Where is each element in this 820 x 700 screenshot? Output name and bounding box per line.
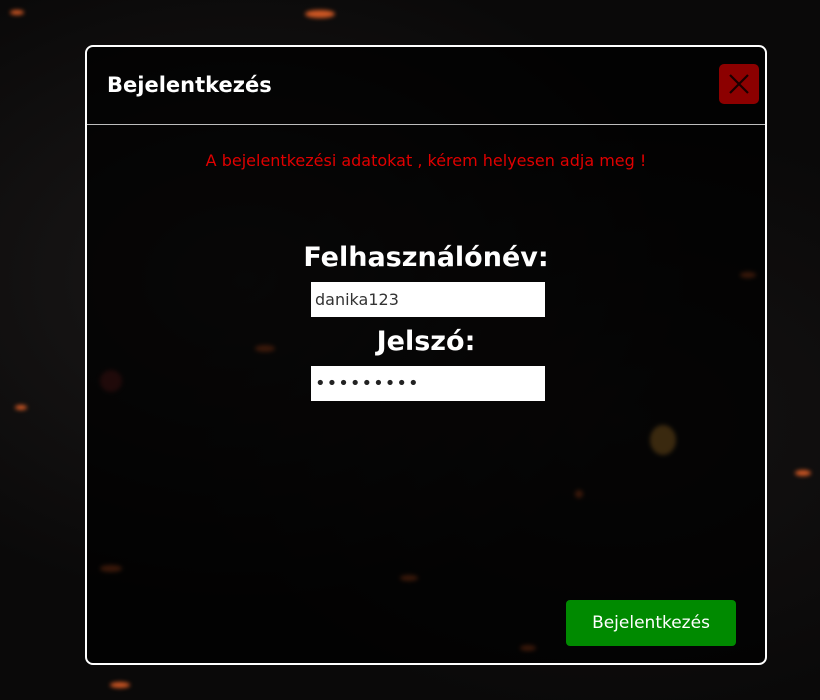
ember-particle	[305, 10, 335, 18]
login-dialog: Bejelentkezés A bejelentkezési adatokat …	[85, 45, 767, 665]
login-button[interactable]: Bejelentkezés	[566, 600, 736, 646]
close-icon	[729, 74, 749, 94]
error-message: A bejelentkezési adatokat , kérem helyes…	[205, 151, 647, 170]
close-button[interactable]	[719, 64, 759, 104]
ember-particle	[10, 10, 24, 15]
dialog-title: Bejelentkezés	[107, 73, 272, 97]
ember-particle	[110, 682, 130, 688]
ember-particle	[15, 405, 27, 410]
password-label: Jelszó:	[376, 326, 476, 357]
username-input[interactable]	[311, 282, 545, 317]
username-label: Felhasználónév:	[303, 242, 549, 273]
password-input[interactable]	[311, 366, 545, 401]
ember-particle	[795, 470, 811, 476]
dialog-header: Bejelentkezés	[87, 47, 765, 125]
